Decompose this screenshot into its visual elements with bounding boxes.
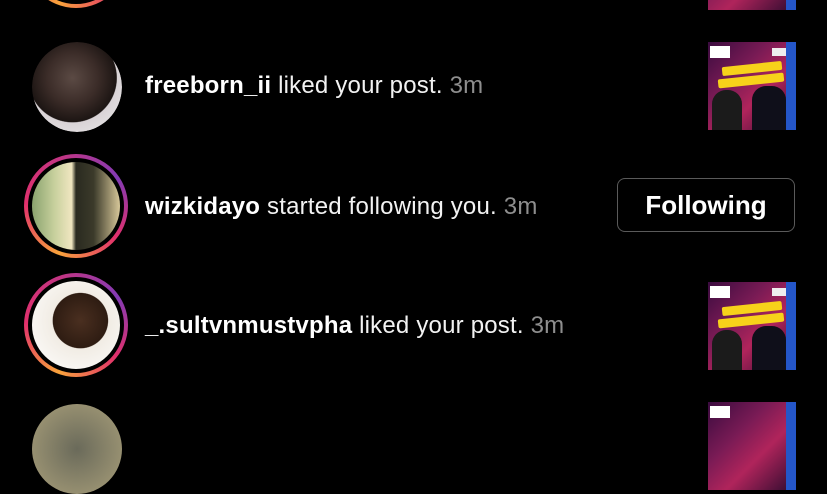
avatar-image bbox=[32, 42, 122, 132]
thumbnail-graphic bbox=[710, 286, 730, 298]
notification-text: _.sultvnmustvpha liked your post. 3m bbox=[145, 312, 564, 340]
notification-action: started following you. bbox=[260, 193, 497, 220]
thumbnail-graphic bbox=[786, 402, 796, 490]
username-link[interactable]: freeborn_ii bbox=[145, 72, 271, 99]
timestamp: 3m bbox=[503, 193, 538, 220]
avatar-partial-top[interactable] bbox=[24, 0, 128, 8]
username-link[interactable]: wizkidayo bbox=[145, 193, 260, 220]
avatar[interactable] bbox=[32, 42, 122, 132]
notification-text: freeborn_ii liked your post. 3m bbox=[145, 72, 483, 100]
timestamp: 3m bbox=[530, 312, 565, 339]
thumbnail-graphic bbox=[710, 46, 730, 58]
timestamp: 3m bbox=[449, 72, 484, 99]
thumbnail-graphic bbox=[786, 282, 796, 370]
following-button[interactable]: Following bbox=[617, 178, 795, 232]
post-thumbnail-partial-bottom[interactable] bbox=[708, 402, 796, 490]
thumbnail-graphic bbox=[786, 42, 796, 130]
avatar-image bbox=[32, 162, 120, 250]
thumbnail-graphic bbox=[786, 0, 796, 10]
thumbnail-graphic bbox=[712, 90, 742, 130]
avatar-story-ring[interactable] bbox=[24, 273, 128, 377]
avatar-story-ring[interactable] bbox=[24, 154, 128, 258]
notification-action: liked your post. bbox=[352, 312, 524, 339]
thumbnail-graphic bbox=[712, 330, 742, 370]
notification-action: liked your post. bbox=[271, 72, 443, 99]
thumbnail-graphic bbox=[710, 406, 730, 418]
post-thumbnail[interactable] bbox=[708, 282, 796, 370]
post-thumbnail-partial-top[interactable] bbox=[708, 0, 796, 10]
thumbnail-graphic bbox=[752, 86, 786, 130]
post-thumbnail[interactable] bbox=[708, 42, 796, 130]
username-link[interactable]: _.sultvnmustvpha bbox=[145, 312, 352, 339]
thumbnail-graphic bbox=[752, 326, 786, 370]
avatar-image bbox=[32, 281, 120, 369]
notification-text: wizkidayo started following you. 3m bbox=[145, 193, 538, 221]
